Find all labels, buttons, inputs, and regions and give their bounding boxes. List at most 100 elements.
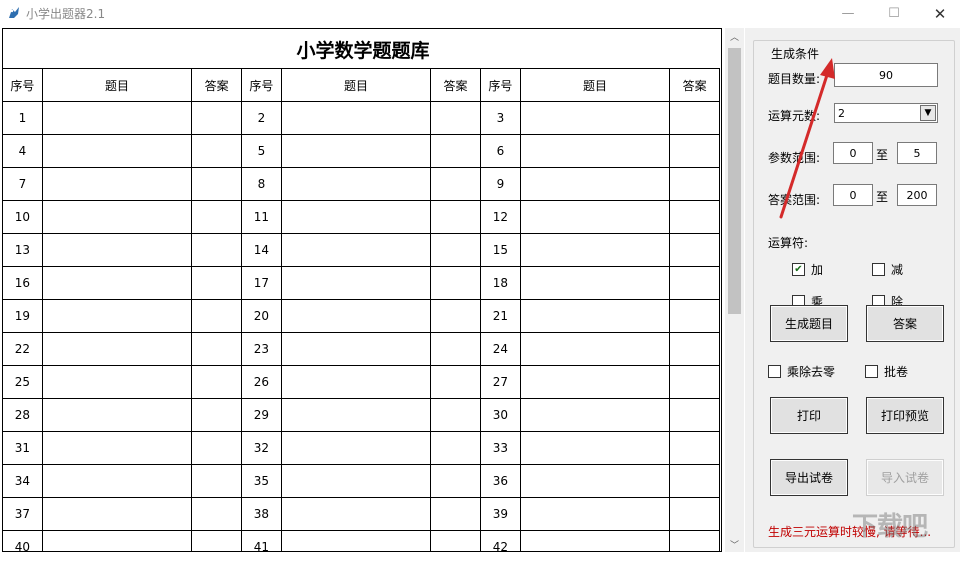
scroll-up-icon[interactable]: ︿ [725,28,744,44]
serial-cell: 7 [3,167,43,201]
print-button[interactable]: 打印 [770,397,848,434]
table-row: 25 26 27 [3,365,720,399]
operand-select[interactable]: 2 ▼ [834,103,938,123]
grade-checkbox[interactable]: 批卷 [865,363,908,380]
param-min-input[interactable]: 0 [833,142,873,164]
column-header: 答案 [191,68,242,102]
export-button[interactable]: 导出试卷 [770,459,848,496]
checkbox-icon[interactable] [865,365,878,378]
checkbox-icon[interactable] [872,263,885,276]
question-cell [280,431,432,465]
question-cell [280,233,432,267]
answer-cell [669,365,720,399]
answer-cell [669,266,720,300]
question-cell [519,200,671,234]
answer-button[interactable]: 答案 [866,305,944,342]
serial-cell: 30 [479,398,521,432]
serial-cell: 38 [240,497,282,531]
question-cell [41,431,193,465]
app-icon [9,7,19,18]
answer-cell [430,365,481,399]
count-input[interactable]: 90 [834,63,938,87]
remove-zero-checkbox[interactable]: 乘除去零 [768,363,835,380]
question-cell [280,332,432,366]
grade-label: 批卷 [884,365,909,379]
question-cell [280,167,432,201]
check-icon[interactable]: ✔ [792,263,805,276]
question-cell [41,332,193,366]
question-cell [41,101,193,135]
answer-cell [669,431,720,465]
answer-cell [430,233,481,267]
column-header: 序号 [479,68,521,102]
question-cell [41,266,193,300]
serial-cell: 8 [240,167,282,201]
count-label: 题目数量: [768,72,821,86]
add-checkbox[interactable]: ✔ 加 [792,261,823,278]
answer-cell [191,365,242,399]
answer-cell [191,464,242,498]
minimize-button[interactable]: — [825,0,871,27]
question-cell [280,299,432,333]
answer-range-label: 答案范围: [768,193,821,207]
answer-cell [430,464,481,498]
param-max-input[interactable]: 5 [897,142,937,164]
serial-cell: 20 [240,299,282,333]
question-cell [280,200,432,234]
table-row: 7 8 9 [3,167,720,201]
serial-cell: 24 [479,332,521,366]
generate-button[interactable]: 生成题目 [770,305,848,342]
answer-cell [669,134,720,168]
answer-min-input[interactable]: 0 [833,184,873,206]
question-cell [41,134,193,168]
serial-cell: 41 [240,530,282,551]
table-row: 16 17 18 [3,266,720,300]
scroll-thumb[interactable] [728,48,741,314]
question-cell [280,464,432,498]
question-cell [41,233,193,267]
answer-cell [191,167,242,201]
window-title: 小学出题器2.1 [26,7,106,21]
serial-cell: 32 [240,431,282,465]
table-row: 31 32 33 [3,431,720,465]
answer-cell [191,266,242,300]
question-cell [519,266,671,300]
close-button[interactable]: ✕ [917,0,963,27]
question-cell [519,530,671,551]
question-cell [519,299,671,333]
serial-cell: 13 [3,233,43,267]
table-row: 1 2 3 [3,101,720,135]
answer-max-input[interactable]: 200 [897,184,937,206]
subtract-checkbox[interactable]: 减 [872,261,903,278]
print-preview-button[interactable]: 打印预览 [866,397,944,434]
answer-cell [430,167,481,201]
vertical-scrollbar[interactable]: ︿ ﹀ [725,28,744,552]
answer-cell [430,266,481,300]
answer-cell [191,398,242,432]
answer-cell [669,101,720,135]
question-cell [280,365,432,399]
question-table: 序号 题目 答案 序号 题目 答案 序号 题目 答案 1 2 3 4 5 6 7 8 9 10 11… [3,68,720,551]
answer-cell [191,134,242,168]
subtract-label: 减 [891,263,904,277]
answer-cell [669,200,720,234]
maximize-button[interactable]: ☐ [871,0,917,27]
serial-cell: 22 [3,332,43,366]
serial-cell: 12 [479,200,521,234]
table-row: 4 5 6 [3,134,720,168]
serial-cell: 40 [3,530,43,551]
question-cell [519,134,671,168]
title-bar[interactable]: 小学出题器2.1 — ☐ ✕ [0,0,963,27]
answer-cell [430,134,481,168]
serial-cell: 29 [240,398,282,432]
scroll-down-icon[interactable]: ﹀ [725,536,744,552]
checkbox-icon[interactable] [768,365,781,378]
operand-label: 运算元数: [768,109,821,123]
serial-cell: 31 [3,431,43,465]
question-sheet: 小学数学题题库 序号 题目 答案 序号 题目 答案 序号 题目 答案 1 2 3… [2,28,722,552]
answer-cell [430,200,481,234]
answer-cell [430,101,481,135]
question-cell [280,266,432,300]
import-button[interactable]: 导入试卷 [866,459,944,496]
chevron-down-icon[interactable]: ▼ [920,105,936,121]
